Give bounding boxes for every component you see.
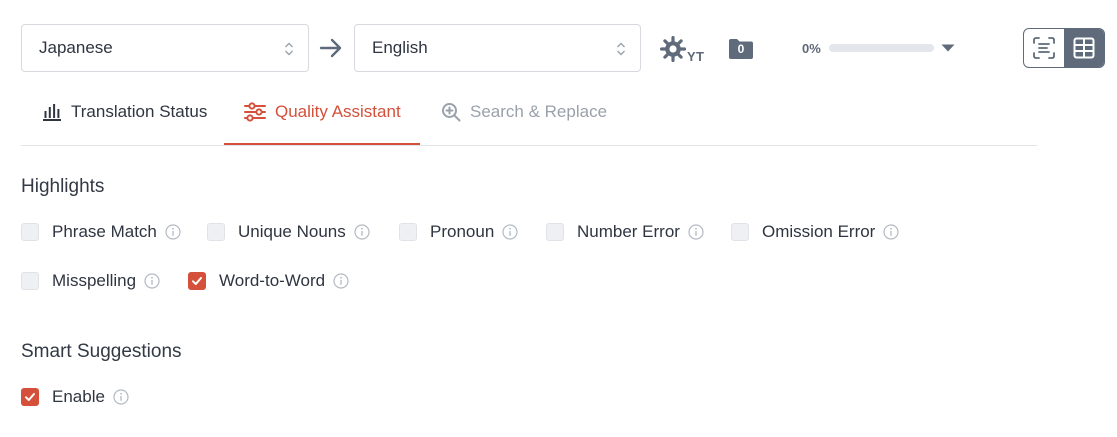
option-number-error[interactable]: Number Error [546,222,704,242]
option-enable-smart-suggestions[interactable]: Enable [21,387,129,407]
info-icon[interactable] [688,224,704,240]
option-label: Word-to-Word [219,271,326,290]
option-unique-nouns[interactable]: Unique Nouns [207,222,370,242]
tab-translation-status[interactable]: Translation Status [42,96,207,146]
tab-label: Quality Assistant [275,102,401,121]
sliders-icon [244,102,266,122]
tab-label: Translation Status [71,102,208,121]
tab-label: Search & Replace [470,102,608,121]
gear-icon[interactable] [660,36,686,62]
search-plus-icon [442,103,461,122]
settings-suffix-label: YT [687,49,705,64]
option-label: Unique Nouns [238,222,346,241]
arrow-right-icon [319,38,342,58]
list-view-button[interactable] [1024,29,1064,67]
folder-count-badge: 0 [737,42,745,56]
select-caret-icon [285,42,293,56]
source-language-select[interactable]: Japanese [21,24,309,72]
info-icon[interactable] [144,273,160,289]
target-language-value: English [372,38,428,57]
checkbox[interactable] [399,223,417,241]
info-icon[interactable] [333,273,349,289]
grid-view-button[interactable] [1064,29,1104,67]
source-language-value: Japanese [39,38,113,57]
option-label: Misspelling [52,271,137,290]
checkbox[interactable] [21,223,39,241]
option-label: Number Error [577,222,680,241]
check-icon [192,277,202,285]
view-toggle [1023,28,1105,68]
option-word-to-word[interactable]: Word-to-Word [188,271,349,291]
option-label: Phrase Match [52,222,157,241]
progress-bar [829,44,934,52]
list-view-icon [1033,37,1055,59]
checkbox[interactable] [21,272,39,290]
tab-search-replace[interactable]: Search & Replace [441,96,607,146]
info-icon[interactable] [883,224,899,240]
tab-divider [21,145,1037,146]
checkbox-checked[interactable] [21,388,39,406]
option-misspelling[interactable]: Misspelling [21,271,160,291]
grid-view-icon [1073,37,1095,59]
info-icon[interactable] [354,224,370,240]
checkbox[interactable] [731,223,749,241]
tab-quality-assistant[interactable]: Quality Assistant [224,96,420,146]
select-caret-icon [617,42,625,56]
option-omission-error[interactable]: Omission Error [731,222,899,242]
progress-percent-label: 0% [802,41,821,56]
option-label: Enable [52,387,105,406]
info-icon[interactable] [165,224,181,240]
chevron-down-icon[interactable] [941,44,955,52]
target-language-select[interactable]: English [354,24,641,72]
info-icon[interactable] [113,389,129,405]
highlights-title: Highlights [21,176,105,197]
info-icon[interactable] [502,224,518,240]
option-label: Pronoun [430,222,495,241]
option-pronoun[interactable]: Pronoun [399,222,518,242]
checkbox[interactable] [546,223,564,241]
checkbox-checked[interactable] [188,272,206,290]
smart-suggestions-title: Smart Suggestions [21,341,182,362]
option-label: Omission Error [762,222,876,241]
checkbox[interactable] [207,223,225,241]
option-phrase-match[interactable]: Phrase Match [21,222,181,242]
check-icon [25,393,35,401]
bar-chart-icon [43,104,61,121]
